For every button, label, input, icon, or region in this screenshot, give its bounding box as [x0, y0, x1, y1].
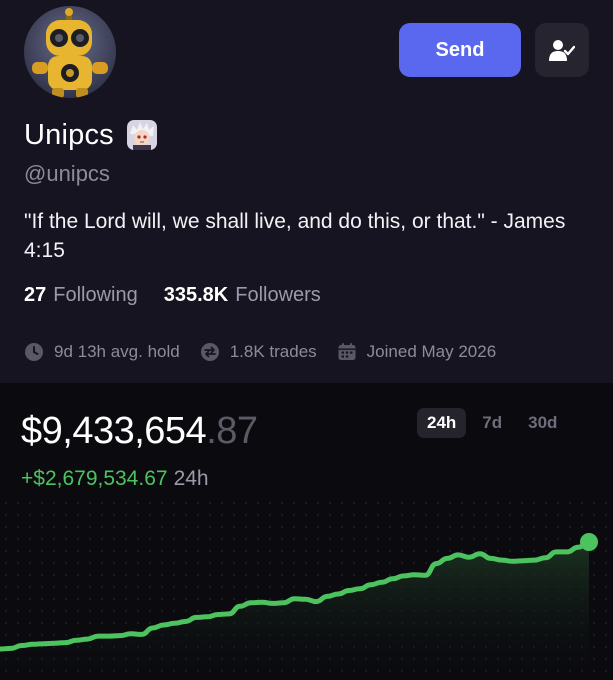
trades-stat: 1.8K trades: [200, 342, 317, 362]
robot-avatar-icon: [24, 6, 116, 98]
range-tabs: 24h 7d 30d: [417, 408, 567, 438]
balance-cents: .87: [206, 410, 258, 452]
following-count[interactable]: 27: [24, 284, 46, 307]
range-tab-7d[interactable]: 7d: [472, 408, 512, 438]
bio: "If the Lord will, we shall live, and do…: [24, 210, 566, 262]
change-value: +$2,679,534.67: [21, 467, 168, 490]
change-period: 24h: [173, 467, 209, 490]
name-row: Unipcs: [24, 115, 157, 155]
trades-text: 1.8K trades: [229, 342, 317, 361]
joined-text: Joined May 2026: [366, 342, 497, 361]
portfolio-chart: [0, 497, 613, 680]
following-label[interactable]: Following: [53, 284, 137, 307]
follow-button[interactable]: [535, 23, 589, 77]
joined-stat: Joined May 2026: [337, 342, 496, 362]
range-tab-30d[interactable]: 30d: [518, 408, 567, 438]
avg-hold-stat: 9d 13h avg. hold: [24, 342, 180, 362]
avg-hold-text: 9d 13h avg. hold: [54, 342, 180, 361]
profile-stats: 9d 13h avg. hold 1.8K trades Joined May …: [24, 342, 516, 362]
anime-character-badge-icon: [126, 120, 157, 150]
swap-icon: [200, 342, 220, 362]
profile-header: Send Unipcs @unipcs "If the Lord will, w…: [0, 0, 613, 383]
calendar-icon: [337, 342, 357, 362]
send-button[interactable]: Send: [399, 23, 521, 77]
followers-label[interactable]: Followers: [235, 284, 321, 307]
range-tab-24h[interactable]: 24h: [417, 408, 467, 438]
followers-count[interactable]: 335.8K: [164, 284, 229, 307]
chart-current-point: [580, 533, 598, 551]
portfolio-change: +$2,679,534.67 24h: [21, 467, 209, 491]
display-name: Unipcs: [24, 118, 114, 151]
follow-counts: 27 Following 335.8K Followers: [24, 284, 321, 307]
user-check-icon: [549, 40, 575, 61]
handle: @unipcs: [24, 161, 110, 186]
clock-icon: [24, 342, 44, 362]
balance-main: $9,433,654: [21, 410, 207, 452]
portfolio-balance: $9,433,654.87: [21, 410, 258, 453]
avatar[interactable]: [24, 6, 116, 98]
